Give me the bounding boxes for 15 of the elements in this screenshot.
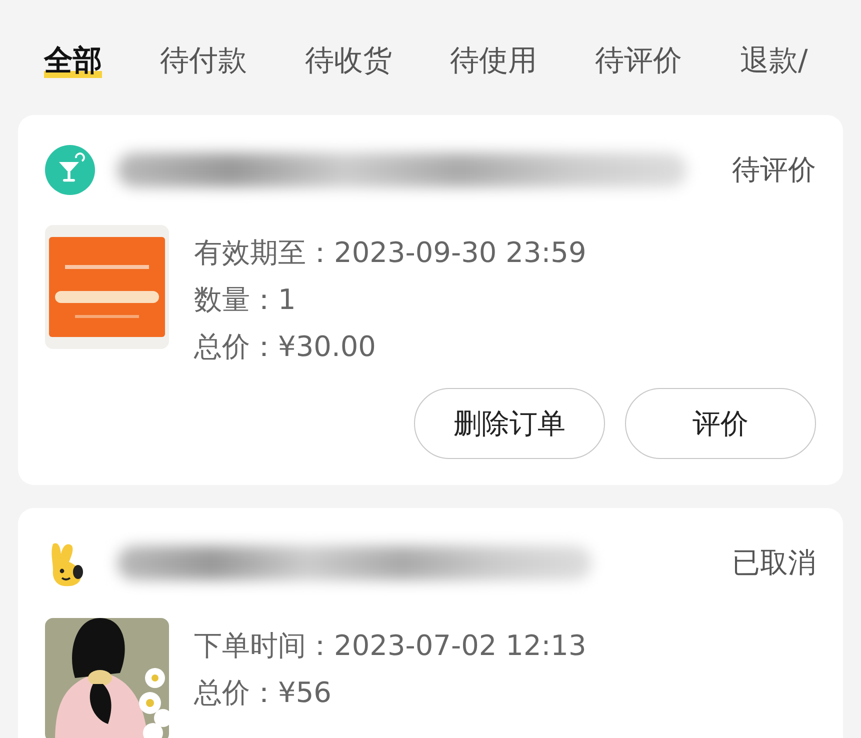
order-action-button[interactable]: 删除订单	[414, 388, 605, 459]
order-action-button[interactable]: 评价	[625, 388, 816, 459]
filter-tab[interactable]: 待付款	[160, 40, 247, 80]
order-detail: 下单时间：2023-07-02 12:13	[194, 628, 586, 664]
order-status: 已取消	[732, 545, 816, 581]
order-detail: 总价：¥56	[194, 675, 332, 711]
order-detail: 总价：¥30.00	[194, 329, 377, 365]
filter-tab[interactable]: 待收货	[305, 40, 392, 80]
order-detail: 有效期至：2023-09-30 23:59	[194, 235, 586, 271]
cocktail-glass-icon	[45, 145, 95, 195]
order-detail: 数量：1	[194, 282, 297, 318]
order-status: 待评价	[732, 152, 816, 188]
filter-tab[interactable]: 待评价	[595, 40, 682, 80]
filter-tab[interactable]: 退款/	[740, 40, 808, 80]
filter-tab[interactable]: 待使用	[450, 40, 537, 80]
